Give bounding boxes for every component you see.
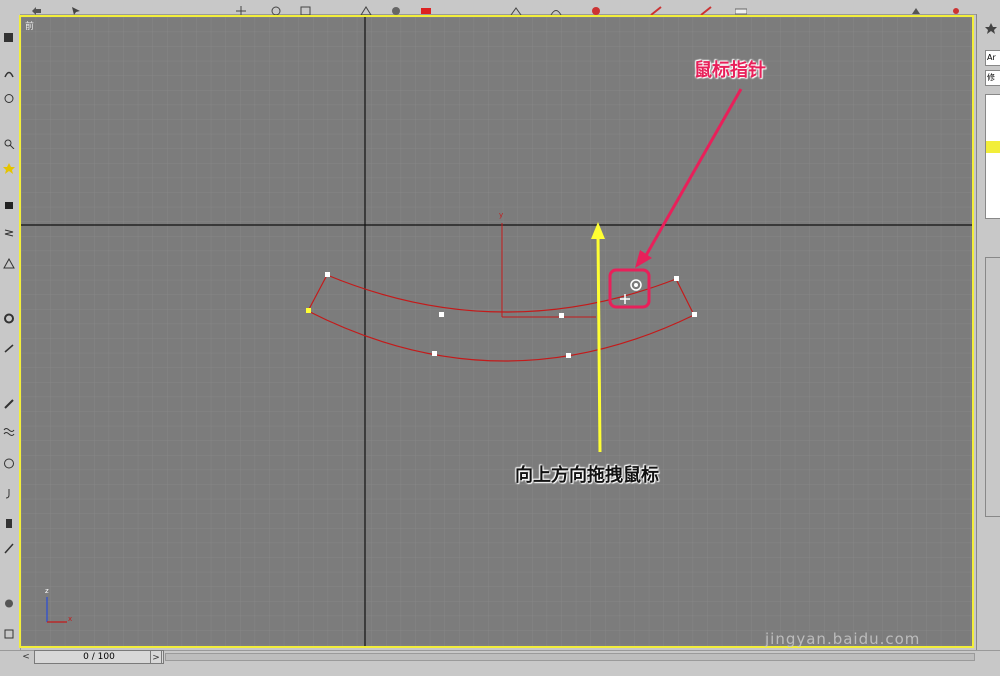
settings-icon[interactable] (950, 1, 962, 14)
align-icon[interactable] (420, 1, 432, 14)
layer-icon[interactable] (510, 1, 522, 16)
wave-icon[interactable] (3, 422, 15, 436)
viewport-label[interactable]: 前 (25, 19, 34, 32)
panel-rollout[interactable] (985, 257, 1000, 517)
hand-icon[interactable] (3, 594, 15, 608)
timeline-track[interactable] (165, 653, 975, 661)
tripod-z-label: z (45, 587, 49, 595)
scale-icon[interactable] (300, 1, 312, 16)
stack-selected-row[interactable] (986, 141, 1000, 153)
arc-rotate-icon[interactable] (3, 64, 15, 78)
snap-icon[interactable] (360, 1, 372, 16)
gear-icon[interactable] (3, 309, 15, 324)
tripod-x-label: x (68, 615, 73, 623)
render-icon[interactable] (650, 1, 662, 16)
gizmo-y-label: y (499, 211, 504, 219)
command-panel: Ar 修 (976, 14, 1000, 650)
orbit-icon[interactable] (3, 89, 15, 103)
clock-icon[interactable] (3, 454, 15, 469)
cursor-callout: 鼠标指针 (694, 60, 766, 81)
hook-icon[interactable] (3, 484, 15, 499)
time-prev-button[interactable]: < (20, 650, 32, 664)
left-toolbar (0, 14, 21, 650)
lock-icon[interactable] (3, 194, 15, 209)
move-icon[interactable] (235, 1, 247, 16)
text-icon[interactable] (734, 1, 748, 15)
spring-icon[interactable] (3, 224, 15, 237)
material-icon[interactable] (590, 1, 602, 15)
object-name-field[interactable]: Ar (985, 50, 1000, 66)
drag-callout: 向上方向拖拽鼠标 (515, 465, 659, 486)
star-icon[interactable] (3, 159, 15, 174)
bar-icon[interactable] (3, 514, 15, 528)
cube-icon[interactable] (3, 624, 15, 639)
mirror-icon[interactable] (390, 1, 402, 15)
watermark: jingyan.baidu.com (765, 630, 921, 648)
modifier-list-field[interactable]: 修 (985, 70, 1000, 86)
pan-icon[interactable] (3, 28, 15, 42)
modifier-stack[interactable] (985, 94, 1000, 219)
create-star-icon[interactable] (985, 20, 997, 34)
front-viewport[interactable]: 前 y z x (19, 15, 974, 648)
time-slider[interactable]: 0 / 100 (34, 650, 164, 664)
knife-icon[interactable] (3, 539, 15, 554)
viewport-canvas[interactable] (21, 17, 972, 646)
rotate-icon[interactable] (270, 1, 282, 16)
time-next-button[interactable]: > (150, 650, 162, 664)
curve-editor-icon[interactable] (550, 1, 562, 16)
main-toolbar (0, 0, 1000, 16)
link-icon[interactable] (3, 339, 15, 353)
zoom-icon[interactable] (3, 134, 15, 150)
teapot-icon[interactable] (910, 1, 922, 14)
select-icon[interactable] (70, 1, 82, 15)
undo-icon[interactable] (30, 1, 42, 15)
quick-render-icon[interactable] (700, 1, 712, 16)
wand-icon[interactable] (3, 394, 15, 409)
shape-icon[interactable] (3, 254, 15, 269)
